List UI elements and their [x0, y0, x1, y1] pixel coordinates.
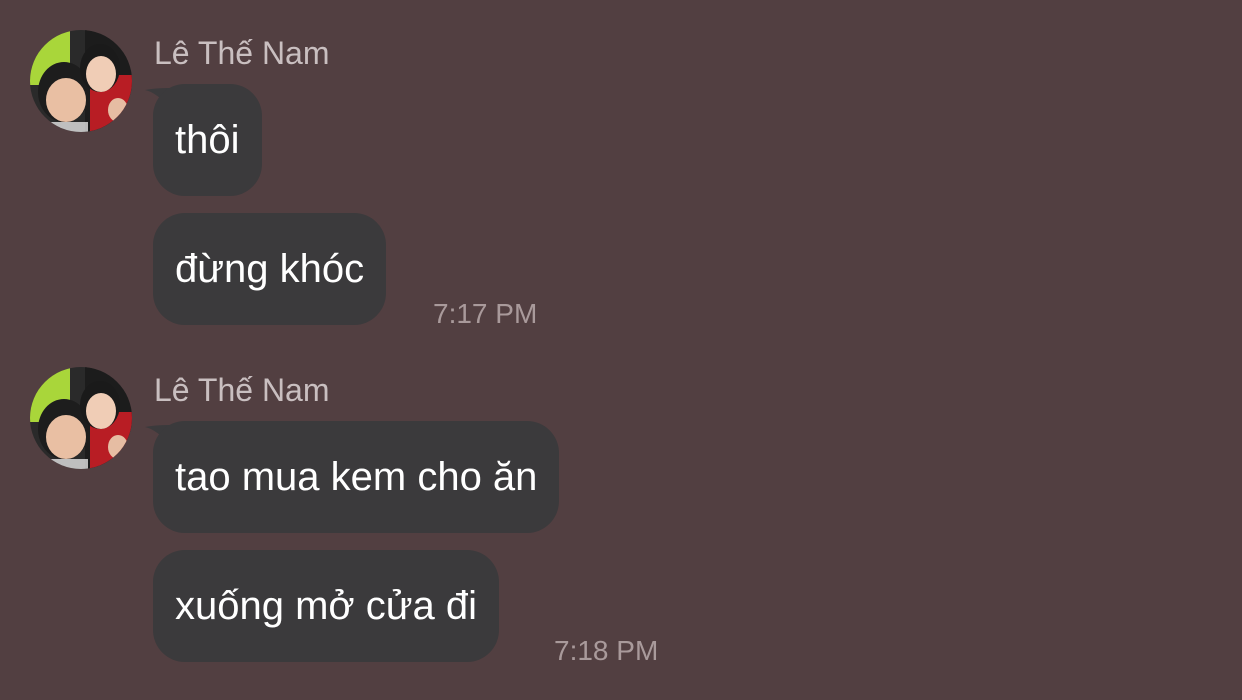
message-group: Lê Thế Nam tao mua kem cho ăn xuống mở c… [0, 337, 1242, 700]
message-text: tao mua kem cho ăn [175, 454, 538, 499]
message-group: Lê Thế Nam thôi đừng khóc 7:17 PM [0, 0, 1242, 340]
user-avatar-icon [30, 30, 132, 132]
sender-name: Lê Thế Nam [154, 35, 330, 71]
message-text: xuống mở cửa đi [175, 583, 478, 628]
chat-message-list: Lê Thế Nam thôi đừng khóc 7:17 PM Lê Thế… [0, 0, 1242, 700]
message-timestamp: 7:17 PM [433, 298, 538, 329]
message-timestamp: 7:18 PM [554, 635, 659, 666]
message-bubble[interactable]: thôi [153, 84, 262, 196]
message-text: đừng khóc [175, 246, 365, 291]
message-bubble[interactable]: tao mua kem cho ăn [153, 421, 560, 533]
avatar[interactable] [30, 367, 132, 469]
user-avatar-icon [30, 367, 132, 469]
message-bubble[interactable]: đừng khóc [153, 213, 387, 325]
message-text: thôi [175, 117, 240, 162]
avatar[interactable] [30, 30, 132, 132]
sender-name: Lê Thế Nam [154, 372, 330, 408]
message-bubble[interactable]: xuống mở cửa đi [153, 550, 500, 662]
